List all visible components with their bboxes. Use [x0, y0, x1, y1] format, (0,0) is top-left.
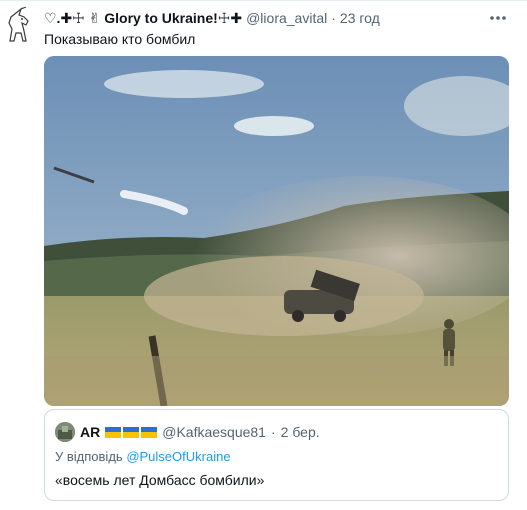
tweet-card[interactable]: ♡.✚☩ ✌ Glory to Ukraine!☩✚ @liora_avital…: [0, 0, 527, 510]
quoted-tweet[interactable]: AR @Kafkaesque81 · 2 бер. У відповідь @P…: [44, 409, 509, 501]
quoted-tweet-text: «восемь лет Домбасс бомбили»: [55, 472, 265, 488]
tweet-media-video[interactable]: [44, 56, 509, 406]
tweet-header: ♡.✚☩ ✌ Glory to Ukraine!☩✚ @liora_avital…: [44, 9, 483, 27]
ukraine-flags: [105, 426, 158, 438]
ukraine-flag-icon: [123, 426, 140, 438]
tweet-text: Показываю кто бомбил: [44, 31, 196, 47]
ukraine-flag-icon: [141, 426, 158, 438]
video-thumbnail-image: [44, 56, 509, 406]
ukraine-flag-icon: [105, 426, 122, 438]
tweet-timestamp[interactable]: 23 год: [340, 9, 380, 27]
author-avatar[interactable]: [4, 6, 34, 43]
separator-dot: ·: [270, 424, 276, 440]
author-display-name[interactable]: ♡.✚☩ ✌ Glory to Ukraine!☩✚: [44, 9, 242, 27]
replying-to-handle-link[interactable]: @PulseOfUkraine: [126, 449, 230, 464]
more-options-icon[interactable]: [489, 8, 507, 26]
quoted-author-handle[interactable]: @Kafkaesque81: [162, 423, 266, 441]
replying-to-label: У відповідь: [55, 449, 123, 464]
quoted-author-avatar[interactable]: [55, 422, 75, 442]
quoted-tweet-timestamp[interactable]: 2 бер.: [281, 423, 320, 441]
author-handle[interactable]: @liora_avital: [246, 9, 327, 27]
quoted-tweet-header: AR @Kafkaesque81 · 2 бер.: [55, 422, 498, 442]
quoted-author-display-name[interactable]: AR: [80, 423, 100, 441]
separator-dot: ·: [331, 10, 336, 26]
replying-to-line: У відповідь @PulseOfUkraine: [55, 449, 231, 464]
unicorn-avatar-icon: [8, 6, 29, 42]
